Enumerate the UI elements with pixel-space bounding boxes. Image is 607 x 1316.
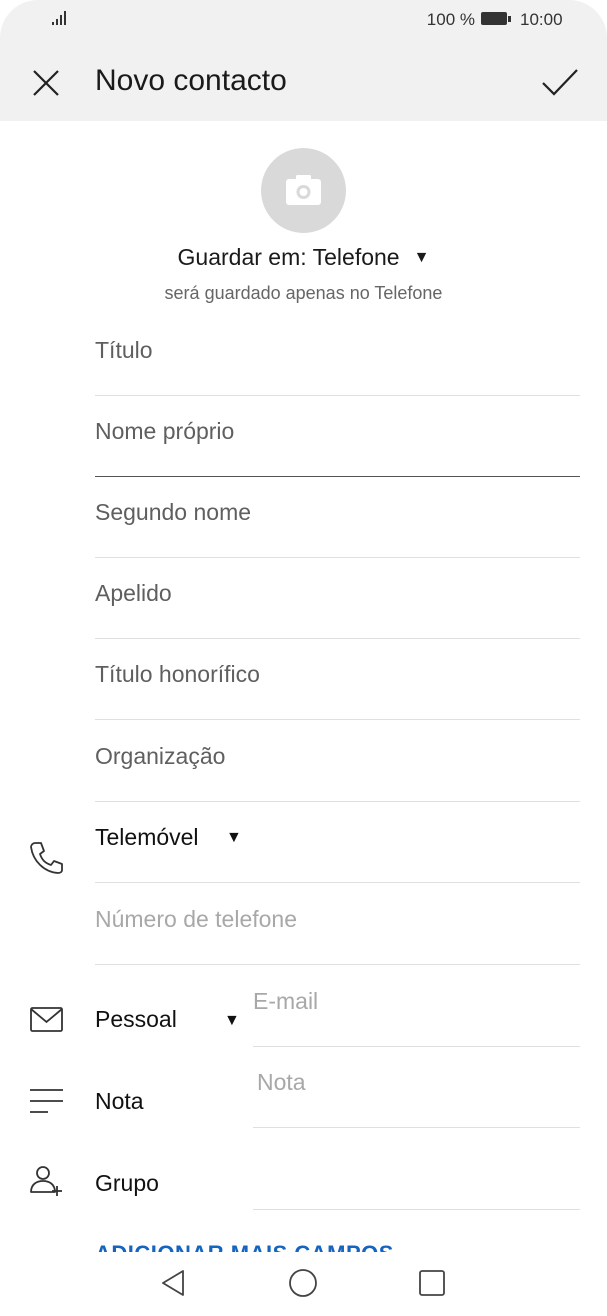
- organization-field[interactable]: Organização: [95, 721, 580, 802]
- nav-recents-icon[interactable]: [415, 1266, 449, 1300]
- storage-label: Guardar em: Telefone: [177, 244, 400, 270]
- middle-name-field[interactable]: Segundo nome: [95, 477, 580, 558]
- save-button[interactable]: [536, 62, 584, 106]
- battery-percent: 100 %: [426, 10, 475, 29]
- phone-number-field[interactable]: Número de telefone: [95, 884, 580, 965]
- group-icon: [30, 1166, 62, 1196]
- organization-field-placeholder: Organização: [95, 743, 226, 769]
- title-field-placeholder: Título: [95, 337, 153, 363]
- note-placeholder: Nota: [257, 1069, 306, 1095]
- nav-back-icon[interactable]: [157, 1266, 191, 1300]
- honorific-field[interactable]: Título honorífico: [95, 639, 580, 720]
- group-field[interactable]: [253, 1129, 580, 1210]
- storage-note: será guardado apenas no Telefone: [164, 283, 443, 303]
- note-field[interactable]: Nota: [253, 1047, 580, 1128]
- note-label: Nota: [95, 1088, 144, 1114]
- phone-type-label: Telemóvel: [95, 824, 199, 850]
- dropdown-arrow-icon: ▼: [226, 829, 242, 846]
- navigation-bar: [0, 1252, 607, 1316]
- nav-home-icon[interactable]: [286, 1266, 320, 1300]
- last-name-field[interactable]: Apelido: [95, 558, 580, 639]
- add-photo-button[interactable]: [261, 148, 346, 233]
- email-placeholder: E-mail: [253, 988, 319, 1014]
- email-field[interactable]: E-mail: [253, 966, 580, 1047]
- status-bar: 100 % 10:00: [0, 0, 607, 44]
- phone-icon: [30, 842, 63, 874]
- battery-icon: [481, 12, 511, 25]
- close-button[interactable]: [24, 62, 68, 106]
- page-title: Novo contacto: [95, 64, 287, 97]
- first-name-field-placeholder: Nome próprio: [95, 418, 235, 444]
- email-type-selector[interactable]: Pessoal: [95, 1006, 177, 1033]
- dropdown-arrow-icon[interactable]: ▼: [224, 1012, 240, 1030]
- middle-name-field-placeholder: Segundo nome: [95, 499, 252, 525]
- group-label: Grupo: [95, 1170, 159, 1196]
- honorific-field-placeholder: Título honorífico: [95, 661, 260, 687]
- phone-type-selector[interactable]: Telemóvel ▼: [95, 802, 580, 883]
- storage-selector[interactable]: Guardar em: Telefone ▼: [0, 244, 607, 271]
- clock: 10:00: [520, 10, 563, 29]
- first-name-field[interactable]: Nome próprio: [95, 396, 580, 477]
- mail-icon: [30, 1007, 63, 1032]
- close-icon: [33, 70, 59, 96]
- camera-icon: [286, 175, 321, 205]
- phone-number-placeholder: Número de telefone: [95, 906, 298, 932]
- last-name-field-placeholder: Apelido: [95, 580, 172, 606]
- signal-icon: [52, 11, 66, 25]
- check-icon: [542, 69, 578, 96]
- note-icon: [30, 1089, 63, 1113]
- title-field[interactable]: Título: [95, 315, 580, 396]
- dropdown-arrow-icon: ▼: [413, 249, 430, 266]
